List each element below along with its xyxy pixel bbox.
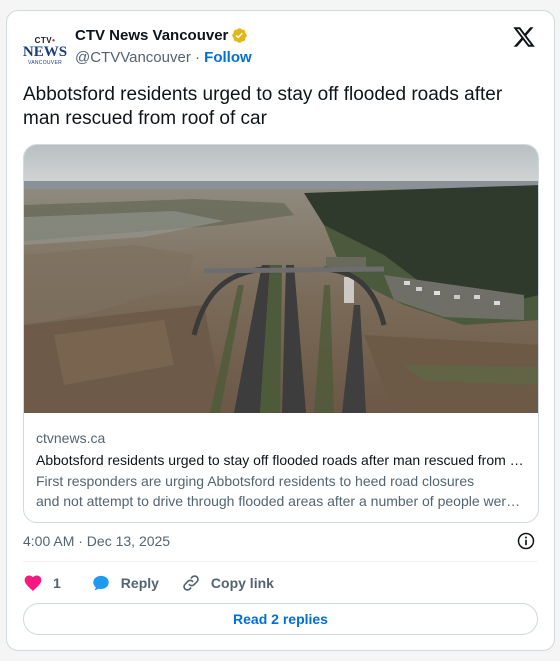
author-display-name[interactable]: CTV News Vancouver (75, 27, 228, 44)
author-handle[interactable]: @CTVVancouver (75, 49, 191, 66)
tweet-text: Abbotsford residents urged to stay off f… (23, 84, 503, 129)
like-button[interactable]: 1 (23, 573, 61, 593)
link-preview-card[interactable]: ctvnews.ca Abbotsford residents urged to… (23, 144, 539, 523)
like-count: 1 (53, 575, 61, 591)
verified-badge-icon (232, 28, 248, 43)
author-handle-row: @CTVVancouver · Follow (75, 49, 252, 66)
speech-bubble-icon (93, 575, 109, 591)
reply-label: Reply (120, 575, 159, 591)
heart-icon (24, 575, 42, 591)
link-preview-image[interactable] (24, 145, 539, 413)
avatar-city-text: VANCOUVER (27, 59, 62, 66)
divider (23, 561, 538, 562)
follow-button[interactable]: Follow (204, 49, 252, 66)
copy-link-label: Copy link (210, 575, 274, 591)
link-title: Abbotsford residents urged to stay off f… (36, 452, 526, 468)
link-description-line-2: and not attempt to drive through flooded… (36, 493, 526, 509)
info-icon[interactable] (516, 531, 536, 551)
copy-link-button[interactable]: Copy link (181, 573, 274, 593)
tweet-actions: 1 Reply Copy link (23, 571, 538, 595)
avatar-news-text: NEWS (22, 43, 68, 60)
link-description: First responders are urging Abbotsford r… (36, 471, 526, 511)
avatar[interactable]: CTV• NEWS VANCOUVER (23, 29, 67, 73)
link-icon (183, 575, 199, 591)
link-description-line-1: First responders are urging Abbotsford r… (36, 473, 475, 489)
handle-separator: · (195, 49, 200, 66)
tweet-header: CTV• NEWS VANCOUVER CTV News Vancouver @… (23, 23, 538, 73)
author-name-row: CTV News Vancouver (75, 27, 248, 44)
link-preview-meta: ctvnews.ca Abbotsford residents urged to… (36, 429, 526, 511)
link-domain: ctvnews.ca (36, 430, 106, 446)
reply-button[interactable]: Reply (91, 573, 159, 593)
x-logo-icon[interactable] (512, 25, 536, 49)
tweet-timestamp[interactable]: 4:00 AM · Dec 13, 2025 (23, 533, 170, 549)
tweet-card: CTV• NEWS VANCOUVER CTV News Vancouver @… (6, 10, 555, 651)
read-replies-button[interactable]: Read 2 replies (23, 603, 538, 635)
